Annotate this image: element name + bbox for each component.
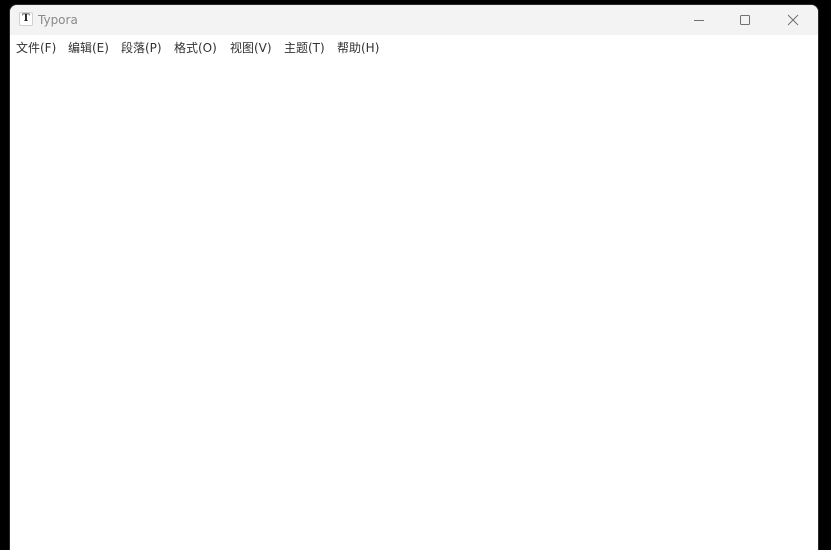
menu-theme[interactable]: 主题(T) — [284, 40, 325, 56]
menu-format[interactable]: 格式(O) — [174, 40, 217, 56]
minimize-icon — [694, 20, 704, 21]
menu-edit[interactable]: 编辑(E) — [68, 40, 109, 56]
maximize-button[interactable] — [722, 5, 768, 35]
menu-paragraph[interactable]: 段落(P) — [121, 40, 162, 56]
menu-view[interactable]: 视图(V) — [230, 40, 272, 56]
menu-bar: 文件(F) 编辑(E) 段落(P) 格式(O) 视图(V) 主题(T) 帮助(H… — [10, 36, 818, 60]
window-title: Typora — [38, 13, 78, 27]
menu-file[interactable]: 文件(F) — [16, 40, 56, 56]
title-bar[interactable]: T Typora — [10, 5, 818, 35]
maximize-icon — [740, 15, 750, 25]
close-icon — [787, 14, 799, 26]
typora-window: T Typora 文件(F) 编辑(E) 段落(P) 格式(O) 视图(V) 主… — [10, 5, 818, 550]
minimize-button[interactable] — [676, 5, 722, 35]
editor-area[interactable] — [10, 60, 818, 550]
app-icon: T — [19, 12, 33, 26]
menu-help[interactable]: 帮助(H) — [337, 40, 379, 56]
close-button[interactable] — [770, 5, 816, 35]
